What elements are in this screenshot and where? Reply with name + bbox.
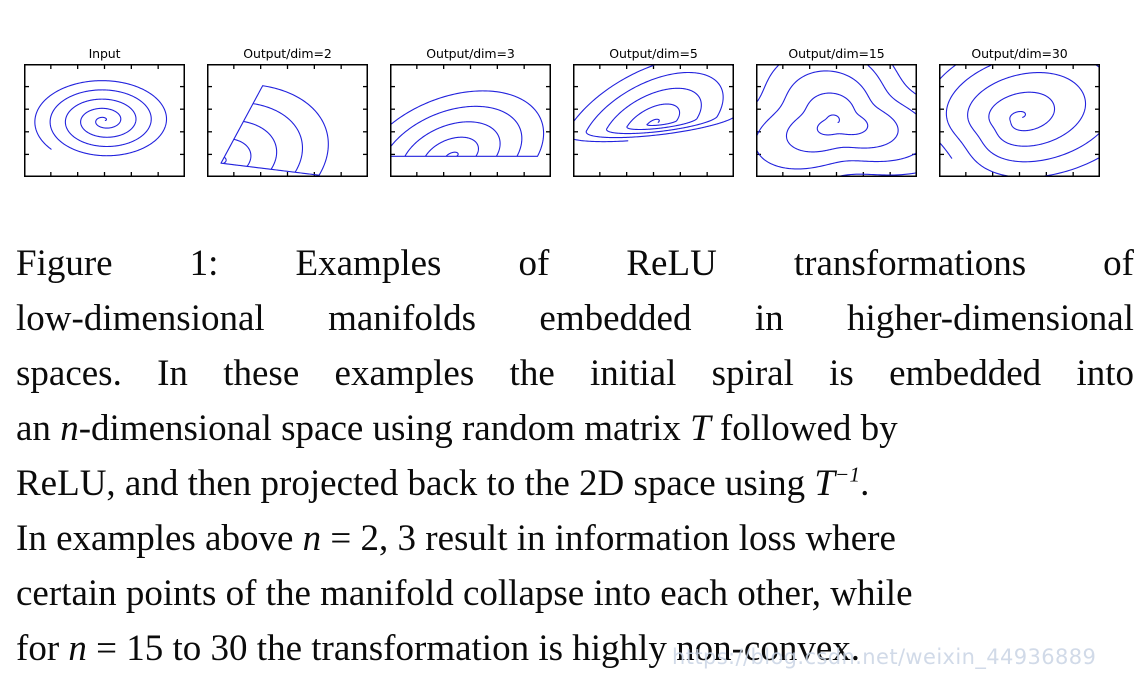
panel-input-axes bbox=[24, 64, 185, 177]
caption-word: examples bbox=[334, 353, 475, 394]
panel-output-dim-15-axes bbox=[756, 64, 917, 177]
caption-word: embedded bbox=[539, 298, 692, 339]
panel-output-dim-3-curve bbox=[391, 90, 545, 157]
caption-word: spiral bbox=[711, 353, 794, 394]
panel-output-dim-5-axes bbox=[573, 64, 734, 177]
panel-output-dim-15-curve bbox=[757, 65, 916, 176]
math-var-T: T bbox=[814, 463, 835, 504]
panel-output-dim-3: Output/dim=3 bbox=[390, 46, 551, 182]
caption-text: . bbox=[860, 463, 870, 504]
panel-output-dim-5-curve bbox=[574, 65, 733, 143]
axes-frame bbox=[390, 64, 551, 177]
caption-word: Examples bbox=[295, 243, 442, 284]
axis-ticks bbox=[757, 65, 916, 176]
watermark-url: https://blog.csdn.net/weixin_44936889 bbox=[672, 645, 1097, 669]
caption-word: In bbox=[157, 353, 188, 394]
caption-text: = 2, 3 result in information loss where bbox=[321, 518, 896, 559]
figure-panel-row: Input Output/dim=2 Output/dim=3 Output/dim=… bbox=[24, 46, 1112, 182]
caption-line-7: certain points of the manifold collapse … bbox=[16, 573, 913, 614]
panel-output-dim-2: Output/dim=2 bbox=[207, 46, 368, 182]
panel-output-dim-2-title: Output/dim=2 bbox=[243, 46, 332, 61]
panel-output-dim-30-curve bbox=[940, 65, 1099, 176]
caption-word: the bbox=[509, 353, 555, 394]
caption-word: spaces. bbox=[16, 353, 122, 394]
panel-output-dim-2-curve bbox=[220, 85, 329, 176]
panel-output-dim-30-title: Output/dim=30 bbox=[971, 46, 1068, 61]
caption-word: manifolds bbox=[328, 298, 477, 339]
caption-line-2: low-dimensional manifolds embedded in hi… bbox=[16, 291, 1134, 346]
caption-line-5: ReLU, and then projected back to the 2D … bbox=[16, 456, 1134, 511]
caption-text: ReLU, and then projected back to the 2D … bbox=[16, 463, 815, 504]
math-var-n: n bbox=[60, 408, 79, 449]
caption-line-3: spaces. In these examples the initial sp… bbox=[16, 346, 1134, 401]
panel-input: Input bbox=[24, 46, 185, 182]
caption-text: In examples above bbox=[16, 518, 303, 559]
panel-input-title: Input bbox=[88, 46, 121, 61]
axes-frame bbox=[207, 64, 368, 177]
math-var-n: n bbox=[302, 518, 322, 559]
panel-output-dim-30: Output/dim=30 bbox=[939, 46, 1100, 182]
caption-word: 1: bbox=[189, 243, 219, 284]
panel-output-dim-3-axes bbox=[390, 64, 551, 177]
caption-word: low-dimensional bbox=[16, 298, 265, 339]
caption-word: higher-dimensional bbox=[847, 298, 1134, 339]
panel-output-dim-15-title: Output/dim=15 bbox=[788, 46, 885, 61]
axis-ticks bbox=[391, 65, 550, 176]
panel-output-dim-5-title: Output/dim=5 bbox=[609, 46, 698, 61]
figure-caption: Figure 1: Examples of ReLU transformatio… bbox=[16, 236, 1134, 676]
panel-input-curve bbox=[34, 80, 168, 157]
caption-word: these bbox=[223, 353, 300, 394]
caption-text: an bbox=[16, 408, 61, 449]
math-var-n: n bbox=[68, 628, 87, 669]
caption-word: initial bbox=[590, 353, 677, 394]
math-var-T: T bbox=[690, 408, 711, 449]
caption-text: -dimensional space using random matrix bbox=[78, 408, 691, 449]
caption-line-4: an n-dimensional space using random matr… bbox=[16, 401, 1134, 456]
axis-ticks bbox=[208, 65, 367, 176]
caption-word: in bbox=[754, 298, 784, 339]
caption-word: of bbox=[1103, 243, 1134, 284]
caption-text: for bbox=[16, 628, 69, 669]
caption-word: into bbox=[1076, 353, 1134, 394]
axes-frame bbox=[939, 64, 1100, 177]
caption-word: embedded bbox=[889, 353, 1042, 394]
panel-output-dim-5: Output/dim=5 bbox=[573, 46, 734, 182]
caption-word: is bbox=[829, 353, 854, 394]
caption-line-6: In examples above n = 2, 3 result in inf… bbox=[16, 511, 1134, 566]
panel-output-dim-3-title: Output/dim=3 bbox=[426, 46, 515, 61]
caption-text: followed by bbox=[710, 408, 898, 449]
caption-word: of bbox=[518, 243, 550, 284]
math-exponent: −1 bbox=[834, 462, 861, 487]
axes-frame bbox=[756, 64, 917, 177]
caption-word: transformations bbox=[793, 243, 1027, 284]
panel-output-dim-2-axes bbox=[207, 64, 368, 177]
panel-output-dim-30-axes bbox=[939, 64, 1100, 177]
axes-frame bbox=[24, 64, 185, 177]
caption-line-1: Figure 1: Examples of ReLU transformatio… bbox=[16, 236, 1134, 291]
caption-word: Figure bbox=[16, 243, 113, 284]
math-var-T-inverse: T−1 bbox=[814, 463, 860, 504]
caption-word: ReLU bbox=[626, 243, 717, 284]
axis-ticks bbox=[25, 65, 184, 176]
panel-output-dim-15: Output/dim=15 bbox=[756, 46, 917, 182]
